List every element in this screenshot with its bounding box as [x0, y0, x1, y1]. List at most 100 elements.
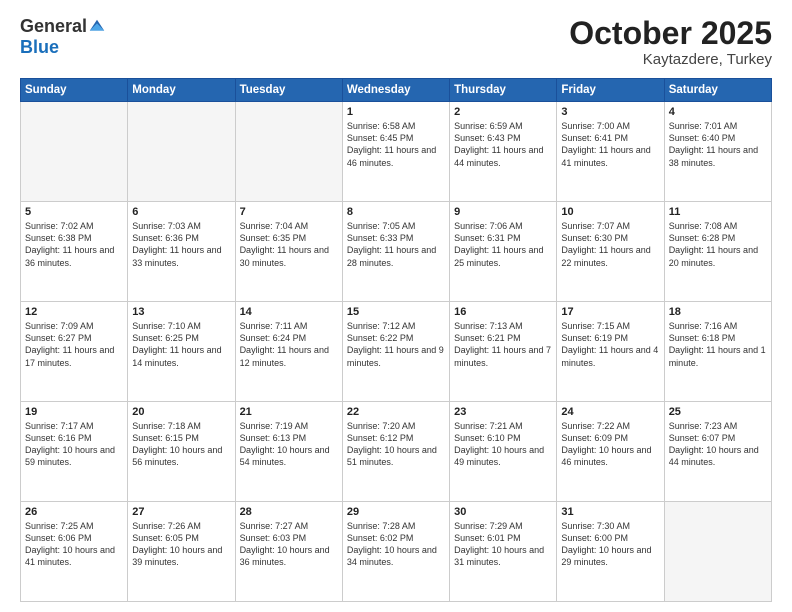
calendar-cell: 10 Sunrise: 7:07 AMSunset: 6:30 PMDayligh…	[557, 202, 664, 302]
logo-general: General	[20, 16, 87, 37]
cell-info: Sunrise: 7:27 AMSunset: 6:03 PMDaylight:…	[240, 520, 338, 569]
calendar-cell	[235, 102, 342, 202]
cell-info: Sunrise: 7:12 AMSunset: 6:22 PMDaylight:…	[347, 320, 445, 369]
cell-info: Sunrise: 7:11 AMSunset: 6:24 PMDaylight:…	[240, 320, 338, 369]
cell-info: Sunrise: 7:30 AMSunset: 6:00 PMDaylight:…	[561, 520, 659, 569]
day-number: 27	[132, 506, 230, 518]
calendar-cell	[21, 102, 128, 202]
logo: General Blue	[20, 16, 107, 58]
cell-info: Sunrise: 7:13 AMSunset: 6:21 PMDaylight:…	[454, 320, 552, 369]
calendar-day-header: Monday	[128, 79, 235, 102]
cell-info: Sunrise: 7:28 AMSunset: 6:02 PMDaylight:…	[347, 520, 445, 569]
day-number: 22	[347, 406, 445, 418]
title-block: October 2025 Kaytazdere, Turkey	[569, 16, 772, 68]
cell-info: Sunrise: 7:16 AMSunset: 6:18 PMDaylight:…	[669, 320, 767, 369]
cell-info: Sunrise: 7:07 AMSunset: 6:30 PMDaylight:…	[561, 220, 659, 269]
day-number: 19	[25, 406, 123, 418]
day-number: 8	[347, 206, 445, 218]
cell-info: Sunrise: 7:04 AMSunset: 6:35 PMDaylight:…	[240, 220, 338, 269]
day-number: 29	[347, 506, 445, 518]
calendar-cell: 20 Sunrise: 7:18 AMSunset: 6:15 PMDayligh…	[128, 402, 235, 502]
day-number: 18	[669, 306, 767, 318]
day-number: 17	[561, 306, 659, 318]
calendar-cell: 7 Sunrise: 7:04 AMSunset: 6:35 PMDaylight…	[235, 202, 342, 302]
cell-info: Sunrise: 7:03 AMSunset: 6:36 PMDaylight:…	[132, 220, 230, 269]
day-number: 24	[561, 406, 659, 418]
cell-info: Sunrise: 7:23 AMSunset: 6:07 PMDaylight:…	[669, 420, 767, 469]
calendar-table: SundayMondayTuesdayWednesdayThursdayFrid…	[20, 78, 772, 602]
calendar-cell: 16 Sunrise: 7:13 AMSunset: 6:21 PMDayligh…	[450, 302, 557, 402]
calendar-cell: 19 Sunrise: 7:17 AMSunset: 6:16 PMDayligh…	[21, 402, 128, 502]
day-number: 30	[454, 506, 552, 518]
cell-info: Sunrise: 7:20 AMSunset: 6:12 PMDaylight:…	[347, 420, 445, 469]
calendar-cell: 22 Sunrise: 7:20 AMSunset: 6:12 PMDayligh…	[342, 402, 449, 502]
calendar-cell: 17Sunrise: 7:15 AMSunset: 6:19 PMDayligh…	[557, 302, 664, 402]
calendar-cell: 18 Sunrise: 7:16 AMSunset: 6:18 PMDayligh…	[664, 302, 771, 402]
calendar-cell: 28 Sunrise: 7:27 AMSunset: 6:03 PMDayligh…	[235, 502, 342, 602]
day-number: 9	[454, 206, 552, 218]
day-number: 13	[132, 306, 230, 318]
day-number: 31	[561, 506, 659, 518]
logo-blue: Blue	[20, 37, 59, 58]
calendar-cell: 31 Sunrise: 7:30 AMSunset: 6:00 PMDayligh…	[557, 502, 664, 602]
calendar-cell: 4 Sunrise: 7:01 AMSunset: 6:40 PMDaylight…	[664, 102, 771, 202]
day-number: 4	[669, 106, 767, 118]
day-number: 28	[240, 506, 338, 518]
cell-info: Sunrise: 7:02 AMSunset: 6:38 PMDaylight:…	[25, 220, 123, 269]
calendar-cell: 12Sunrise: 7:09 AMSunset: 6:27 PMDayligh…	[21, 302, 128, 402]
calendar-cell: 26 Sunrise: 7:25 AMSunset: 6:06 PMDayligh…	[21, 502, 128, 602]
cell-info: Sunrise: 6:59 AMSunset: 6:43 PMDaylight:…	[454, 120, 552, 169]
day-number: 26	[25, 506, 123, 518]
day-number: 14	[240, 306, 338, 318]
calendar-cell: 14 Sunrise: 7:11 AMSunset: 6:24 PMDayligh…	[235, 302, 342, 402]
calendar-week-row: 26 Sunrise: 7:25 AMSunset: 6:06 PMDayligh…	[21, 502, 772, 602]
calendar-cell: 8 Sunrise: 7:05 AMSunset: 6:33 PMDaylight…	[342, 202, 449, 302]
day-number: 5	[25, 206, 123, 218]
calendar-cell: 5 Sunrise: 7:02 AMSunset: 6:38 PMDaylight…	[21, 202, 128, 302]
calendar-cell: 24 Sunrise: 7:22 AMSunset: 6:09 PMDayligh…	[557, 402, 664, 502]
calendar-day-header: Saturday	[664, 79, 771, 102]
calendar-cell: 9Sunrise: 7:06 AMSunset: 6:31 PMDaylight…	[450, 202, 557, 302]
day-number: 16	[454, 306, 552, 318]
calendar-cell: 25Sunrise: 7:23 AMSunset: 6:07 PMDayligh…	[664, 402, 771, 502]
day-number: 10	[561, 206, 659, 218]
calendar-cell: 1 Sunrise: 6:58 AMSunset: 6:45 PMDaylight…	[342, 102, 449, 202]
calendar-day-header: Tuesday	[235, 79, 342, 102]
cell-info: Sunrise: 7:25 AMSunset: 6:06 PMDaylight:…	[25, 520, 123, 569]
cell-info: Sunrise: 7:17 AMSunset: 6:16 PMDaylight:…	[25, 420, 123, 469]
calendar-cell: 2 Sunrise: 6:59 AMSunset: 6:43 PMDaylight…	[450, 102, 557, 202]
cell-info: Sunrise: 7:22 AMSunset: 6:09 PMDaylight:…	[561, 420, 659, 469]
cell-info: Sunrise: 7:00 AMSunset: 6:41 PMDaylight:…	[561, 120, 659, 169]
calendar-cell: 3 Sunrise: 7:00 AMSunset: 6:41 PMDaylight…	[557, 102, 664, 202]
cell-info: Sunrise: 7:26 AMSunset: 6:05 PMDaylight:…	[132, 520, 230, 569]
day-number: 21	[240, 406, 338, 418]
calendar-cell: 15 Sunrise: 7:12 AMSunset: 6:22 PMDayligh…	[342, 302, 449, 402]
day-number: 11	[669, 206, 767, 218]
calendar-cell: 6Sunrise: 7:03 AMSunset: 6:36 PMDaylight…	[128, 202, 235, 302]
calendar-week-row: 19 Sunrise: 7:17 AMSunset: 6:16 PMDayligh…	[21, 402, 772, 502]
day-number: 12	[25, 306, 123, 318]
cell-info: Sunrise: 7:10 AMSunset: 6:25 PMDaylight:…	[132, 320, 230, 369]
cell-info: Sunrise: 7:18 AMSunset: 6:15 PMDaylight:…	[132, 420, 230, 469]
cell-info: Sunrise: 7:05 AMSunset: 6:33 PMDaylight:…	[347, 220, 445, 269]
cell-info: Sunrise: 7:29 AMSunset: 6:01 PMDaylight:…	[454, 520, 552, 569]
day-number: 23	[454, 406, 552, 418]
day-number: 7	[240, 206, 338, 218]
calendar-cell: 29 Sunrise: 7:28 AMSunset: 6:02 PMDayligh…	[342, 502, 449, 602]
cell-info: Sunrise: 6:58 AMSunset: 6:45 PMDaylight:…	[347, 120, 445, 169]
day-number: 2	[454, 106, 552, 118]
day-number: 3	[561, 106, 659, 118]
calendar-cell	[128, 102, 235, 202]
subtitle: Kaytazdere, Turkey	[569, 51, 772, 68]
month-title: October 2025	[569, 16, 772, 51]
calendar-cell: 13 Sunrise: 7:10 AMSunset: 6:25 PMDayligh…	[128, 302, 235, 402]
day-number: 1	[347, 106, 445, 118]
cell-info: Sunrise: 7:08 AMSunset: 6:28 PMDaylight:…	[669, 220, 767, 269]
calendar-header-row: SundayMondayTuesdayWednesdayThursdayFrid…	[21, 79, 772, 102]
cell-info: Sunrise: 7:01 AMSunset: 6:40 PMDaylight:…	[669, 120, 767, 169]
calendar-cell: 11 Sunrise: 7:08 AMSunset: 6:28 PMDayligh…	[664, 202, 771, 302]
calendar-week-row: 5 Sunrise: 7:02 AMSunset: 6:38 PMDaylight…	[21, 202, 772, 302]
day-number: 15	[347, 306, 445, 318]
day-number: 20	[132, 406, 230, 418]
calendar-week-row: 12Sunrise: 7:09 AMSunset: 6:27 PMDayligh…	[21, 302, 772, 402]
